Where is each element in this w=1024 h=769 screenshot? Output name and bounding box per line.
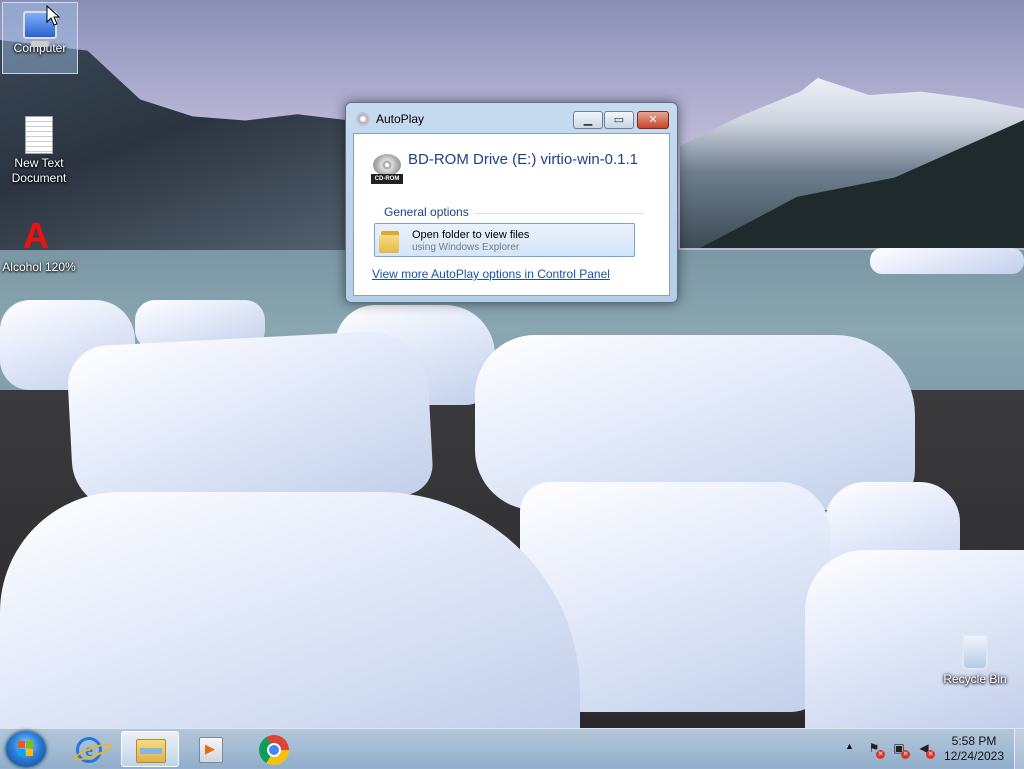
section-label-general-options: General options (384, 205, 469, 219)
desktop-icon-computer[interactable]: Computer (2, 2, 78, 74)
start-button[interactable] (6, 731, 46, 767)
mouse-cursor-icon (46, 5, 60, 26)
show-hidden-icons-button[interactable]: ▲ (845, 741, 854, 751)
wallpaper-ice (65, 328, 435, 513)
desktop-icon-label: Alcohol 120% (2, 260, 76, 274)
section-divider (474, 213, 644, 214)
chrome-icon (259, 735, 289, 765)
action-center-flag-icon[interactable]: ⚑ ✕ (866, 740, 885, 759)
media-player-icon (199, 737, 223, 763)
cd-rom-drive-icon: CD-ROM (371, 154, 403, 184)
desktop-icon-new-text-document[interactable]: New Text Document (1, 112, 77, 186)
autoplay-content: CD-ROM BD-ROM Drive (E:) virtio-win-0.1.… (353, 133, 670, 296)
autoplay-icon (356, 112, 370, 126)
network-icon[interactable]: ▣ ✕ (891, 740, 910, 759)
window-title: AutoPlay (376, 112, 425, 126)
option-title: Open folder to view files (412, 229, 530, 241)
show-desktop-button[interactable] (1014, 729, 1024, 769)
taskbar: e ▲ ⚑✕ ▣✕ ◀✕ 5:58 PM 12/24/2023 (0, 728, 1024, 769)
autoplay-window: AutoPlay ▁ ▭ ✕ CD-ROM BD-ROM Drive (E:) … (345, 102, 678, 303)
taskbar-windows-media-player[interactable] (182, 731, 240, 767)
wallpaper-ice (870, 248, 1024, 274)
wallpaper-ice (0, 492, 580, 728)
window-title-bar: AutoPlay (356, 112, 424, 126)
volume-muted-icon[interactable]: ◀ ✕ (916, 740, 935, 759)
text-document-icon (25, 116, 53, 154)
drive-title: BD-ROM Drive (E:) virtio-win-0.1.1 (408, 151, 639, 168)
desktop-icon-recycle-bin[interactable]: Recycle Bin (937, 630, 1013, 687)
windows-logo-icon (18, 741, 34, 757)
drive-badge: CD-ROM (371, 174, 403, 184)
system-clock[interactable]: 5:58 PM 12/24/2023 (938, 734, 1010, 764)
alcohol-120-icon (19, 216, 59, 258)
more-autoplay-options-link[interactable]: View more AutoPlay options in Control Pa… (372, 267, 610, 281)
option-subtitle: using Windows Explorer (412, 242, 520, 253)
close-button[interactable]: ✕ (637, 111, 669, 129)
windows-explorer-icon (136, 739, 166, 763)
desktop-icon-alcohol-120[interactable]: Alcohol 120% (1, 214, 77, 275)
disc-icon (373, 154, 401, 176)
clock-time: 5:58 PM (951, 734, 997, 748)
internet-explorer-icon: e (76, 737, 102, 763)
desktop-icon-label: Recycle Bin (943, 672, 1007, 686)
taskbar-internet-explorer[interactable]: e (60, 731, 118, 767)
folder-icon (379, 229, 401, 253)
taskbar-windows-explorer[interactable] (121, 731, 179, 767)
desktop-icon-label: New Text Document (11, 156, 67, 185)
taskbar-google-chrome[interactable] (245, 731, 303, 767)
maximize-button[interactable]: ▭ (604, 111, 634, 129)
recycle-bin-icon (962, 634, 988, 670)
clock-date: 12/24/2023 (943, 749, 1005, 763)
minimize-button[interactable]: ▁ (573, 111, 603, 129)
open-folder-option[interactable]: Open folder to view files using Windows … (374, 223, 635, 257)
